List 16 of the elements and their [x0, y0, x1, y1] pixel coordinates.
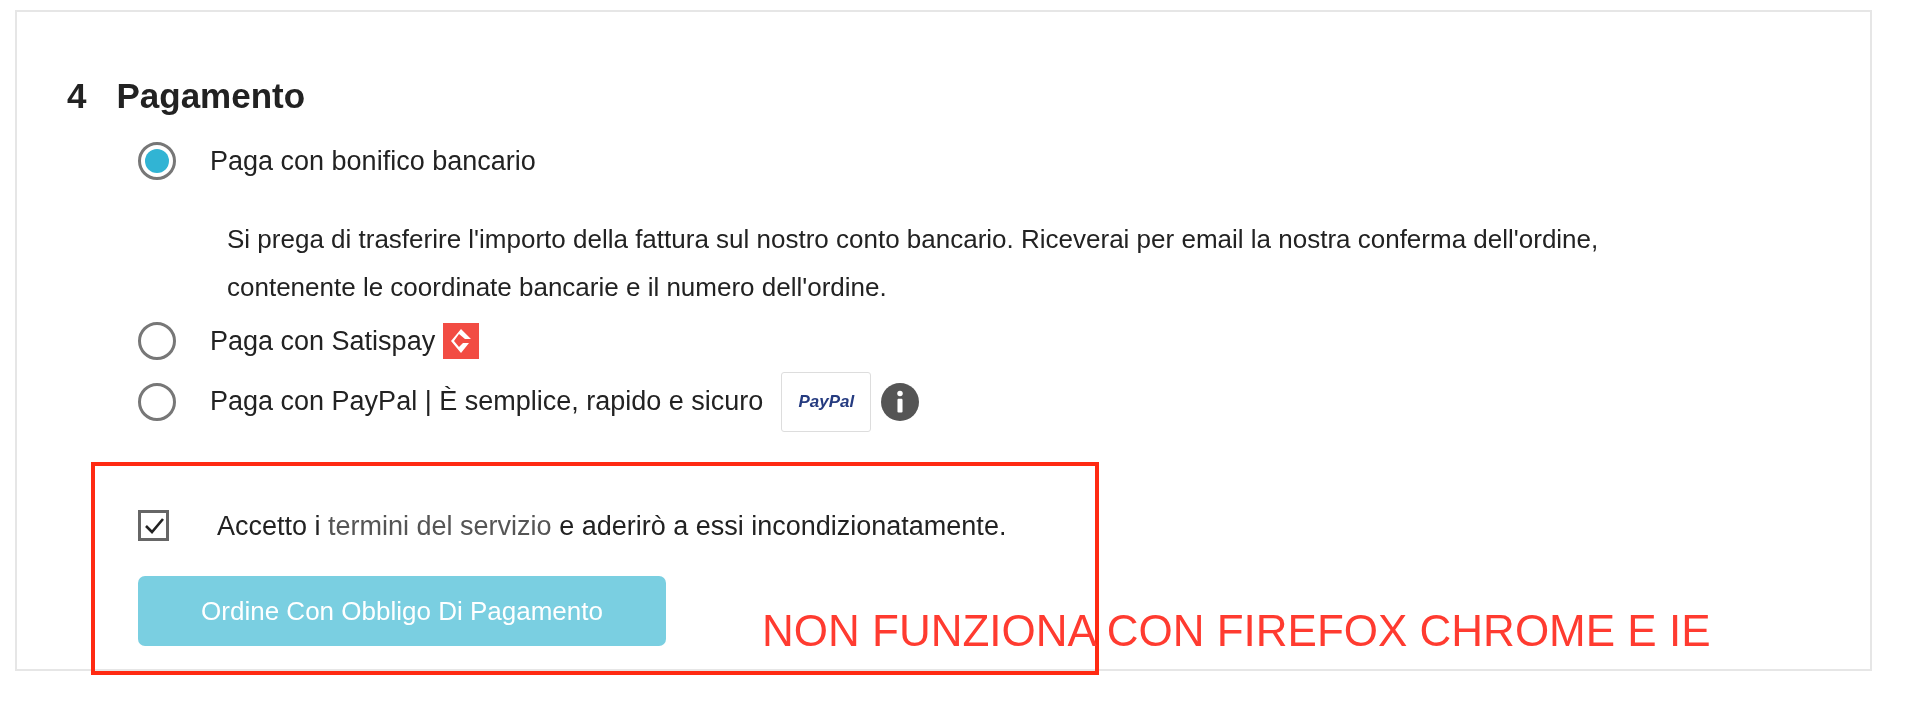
option-label[interactable]: Paga con bonifico bancario [210, 140, 536, 181]
section-number: 4 [67, 75, 87, 117]
option-label[interactable]: Paga con PayPal | È semplice, rapido e sicuro [210, 381, 764, 422]
radio-button[interactable] [138, 322, 176, 361]
option-label[interactable]: Paga con Satispay [210, 321, 436, 362]
checkbox[interactable] [138, 510, 169, 542]
paypal-badge: PayPal [781, 371, 872, 432]
radio-button[interactable] [138, 141, 176, 180]
info-icon[interactable] [881, 382, 920, 421]
terms-sentence: Accetto i termini del servizio e aderirò a essi incondizionatamente. [217, 509, 1007, 543]
diamond-logo-icon [443, 323, 480, 360]
section-title: Pagamento [116, 75, 306, 117]
radio-button[interactable] [138, 382, 176, 421]
terms-link[interactable]: termini del servizio [328, 510, 552, 541]
annotation-text: NON FUNZIONA CON FIREFOX CHROME E IE [762, 609, 1711, 653]
payment-instructions: Si prega di trasferire l'importo della fattura sul nostro conto bancario. Riceverai per email la nostra conferma dell'ordine, contenente le coordinate bancarie e il numero dell'ordine. [227, 223, 1600, 304]
